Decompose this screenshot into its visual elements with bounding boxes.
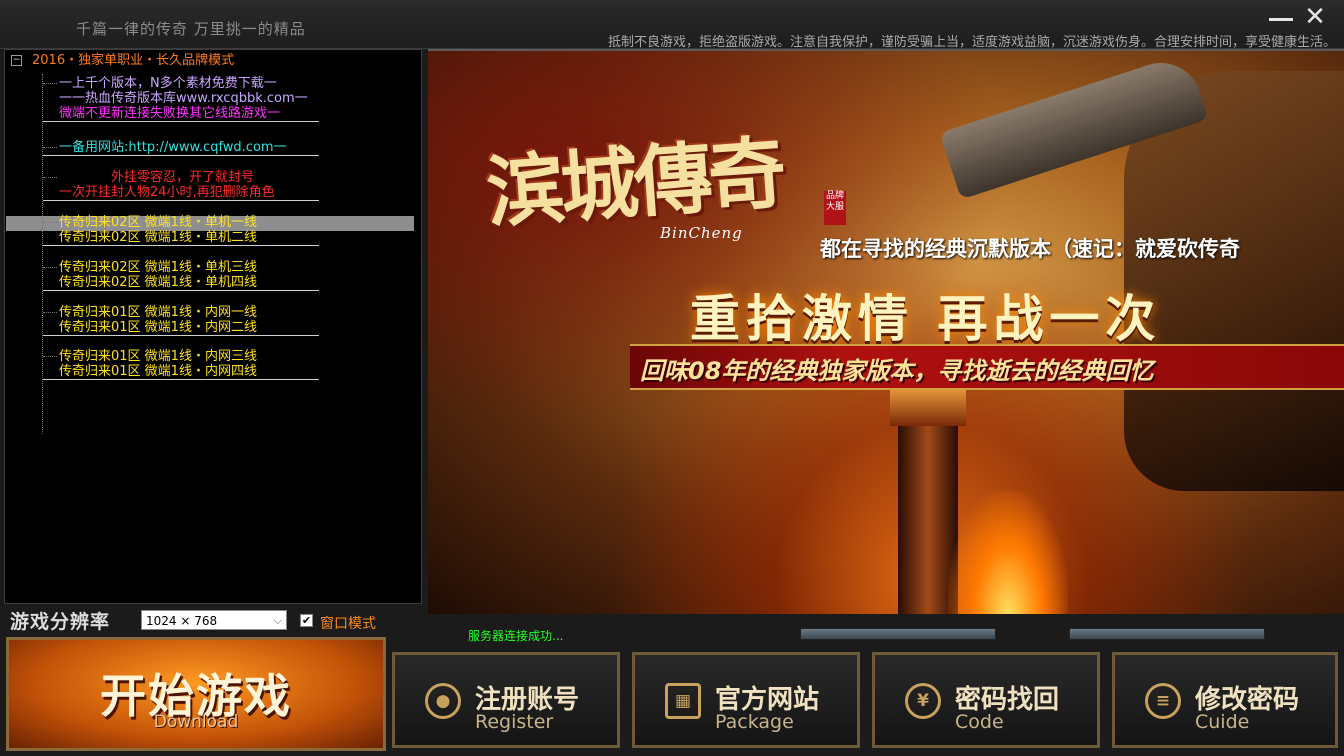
node-line: 一一热血传奇版本库www.rxcqbbk.com一 <box>59 91 308 106</box>
official-site-button[interactable]: ▦ 官方网站 Package <box>632 652 860 748</box>
promo-banner: 滨城傳奇 BinCheng 品牌大服 都在寻找的经典沉默版本（速记：就爱砍传奇 … <box>428 49 1344 614</box>
resolution-value: 1024 × 768 <box>146 614 218 628</box>
node-line: 传奇归来02区 微端1线・单机三线 <box>59 260 257 275</box>
tree-node-anticheat[interactable]: 外挂零容忍，开了就封号 一次开挂封人物24小时,再犯删除角色 <box>43 170 319 201</box>
tree-node-server[interactable]: 传奇归来02区 微端1线・单机三线 传奇归来02区 微端1线・单机四线 <box>43 260 319 291</box>
title-bar: 千篇一律的传奇 万里挑一的精品 抵制不良游戏，拒绝盗版游戏。注意自我保护，谨防受… <box>0 0 1344 50</box>
node-line: 传奇归来01区 微端1线・内网四线 <box>59 364 257 379</box>
user-icon: ● <box>425 683 461 719</box>
tree-node-server[interactable]: 传奇归来02区 微端1线・单机一线 传奇归来02区 微端1线・单机二线 <box>43 215 319 246</box>
game-logo-en: BinCheng <box>660 224 743 242</box>
tree-node-download[interactable]: 一上千个版本，N多个素材免费下载一 一一热血传奇版本库www.rxcqbbk.c… <box>43 76 319 122</box>
connection-status: 服务器连接成功... <box>468 629 564 643</box>
node-line: 传奇归来01区 微端1线・内网一线 <box>59 305 257 320</box>
resolution-label: 游戏分辨率 <box>10 611 111 633</box>
window-mode-label[interactable]: 窗口模式 <box>320 613 376 633</box>
tree-root[interactable]: −2016・独家单职业・长久品牌模式 <box>11 53 234 68</box>
chevron-down-icon[interactable]: ⌵ <box>274 611 282 631</box>
window-mode-checkbox[interactable]: ✔ <box>300 614 313 627</box>
progress-bar-right <box>1069 628 1265 640</box>
yen-icon: ¥ <box>905 683 941 719</box>
progress-bar-left <box>800 628 996 640</box>
tree-node-backup-site[interactable]: 一备用网站:http://www.cqfwd.com一 <box>43 140 319 156</box>
node-line: 外挂零容忍，开了就封号 <box>111 170 255 185</box>
banner-tagline: 都在寻找的经典沉默版本（速记：就爱砍传奇 <box>820 237 1240 261</box>
register-sublabel: Register <box>475 711 554 733</box>
tree-node-server[interactable]: 传奇归来01区 微端1线・内网三线 传奇归来01区 微端1线・内网四线 <box>43 349 319 380</box>
node-line: 传奇归来01区 微端1线・内网三线 <box>59 349 257 364</box>
node-line: 传奇归来01区 微端1线・内网二线 <box>59 320 257 335</box>
node-line: 传奇归来02区 微端1线・单机二线 <box>59 230 257 245</box>
change-password-button[interactable]: ≡ 修改密码 Cuide <box>1112 652 1338 748</box>
close-icon[interactable]: ✕ <box>1300 4 1330 30</box>
tree-root-label: 2016・独家单职业・长久品牌模式 <box>32 53 235 68</box>
fire-glow <box>948 491 1068 614</box>
server-tree: −2016・独家单职业・长久品牌模式 一上千个版本，N多个素材免费下载一 一一热… <box>4 49 422 604</box>
change-password-sublabel: Cuide <box>1195 711 1250 733</box>
list-icon: ≡ <box>1145 683 1181 719</box>
title-slogan: 千篇一律的传奇 万里挑一的精品 <box>76 20 306 38</box>
start-game-sublabel: Download <box>153 712 239 732</box>
node-line: 一次开挂封人物24小时,再犯删除角色 <box>59 185 275 200</box>
recover-password-button[interactable]: ¥ 密码找回 Code <box>872 652 1100 748</box>
pillar-capital <box>890 386 966 426</box>
node-line: 微端不更新连接失败换其它线路游戏一 <box>59 106 281 121</box>
banner-headline: 重拾激情 再战一次 <box>690 289 1162 348</box>
banner-ribbon-text: 回味08年的经典独家版本，寻找逝去的经典回忆 <box>640 357 1154 385</box>
tree-connector <box>42 74 43 434</box>
recover-password-sublabel: Code <box>955 711 1004 733</box>
register-button[interactable]: ● 注册账号 Register <box>392 652 620 748</box>
node-line: 传奇归来02区 微端1线・单机一线 <box>59 215 257 230</box>
official-site-sublabel: Package <box>715 711 794 733</box>
start-game-button[interactable]: 开始游戏 Download <box>6 637 386 751</box>
node-line: 传奇归来02区 微端1线・单机四线 <box>59 275 257 290</box>
health-notice: 抵制不良游戏，拒绝盗版游戏。注意自我保护，谨防受骗上当，适度游戏益脑，沉迷游戏伤… <box>607 35 1336 50</box>
collapse-icon[interactable]: − <box>11 55 22 66</box>
node-line: 一备用网站:http://www.cqfwd.com一 <box>59 140 287 155</box>
minimize-icon[interactable] <box>1266 4 1296 30</box>
tree-node-server[interactable]: 传奇归来01区 微端1线・内网一线 传奇归来01区 微端1线・内网二线 <box>43 305 319 336</box>
gift-icon: ▦ <box>665 683 701 719</box>
brand-seal: 品牌大服 <box>824 191 846 225</box>
node-line: 一上千个版本，N多个素材免费下载一 <box>59 76 277 91</box>
resolution-select[interactable]: 1024 × 768 ⌵ <box>141 610 287 630</box>
